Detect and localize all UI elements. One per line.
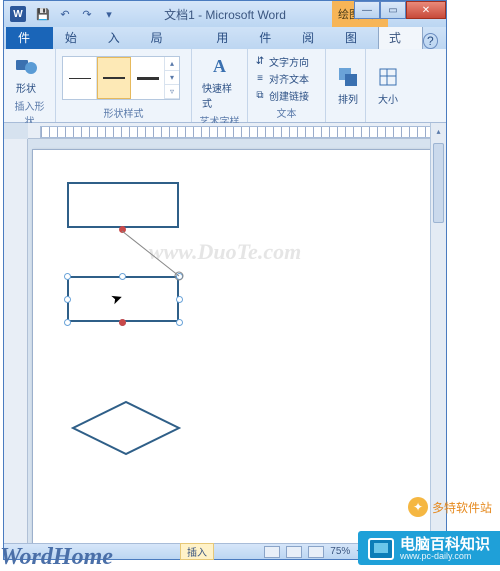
arrange-button[interactable]: 排列	[332, 63, 364, 108]
flowchart-rectangle-1[interactable]	[67, 182, 179, 228]
connector-line[interactable]	[119, 228, 189, 288]
size-button[interactable]: 大小	[372, 63, 404, 108]
size-icon	[376, 65, 400, 89]
create-link-button[interactable]: ⧉创建链接	[254, 88, 309, 103]
ribbon-tabs: 文件 开始 插入 页面布局 引用 邮件 审阅 视图 格式 ?	[4, 27, 446, 49]
gallery-up-icon[interactable]: ▴	[165, 57, 179, 71]
shapes-icon	[14, 54, 38, 78]
flowchart-diamond[interactable]	[71, 400, 181, 456]
brand-duote: ✦ 多特软件站	[408, 497, 492, 517]
qat-more-icon[interactable]: ▾	[102, 7, 116, 21]
word-app-icon: W	[10, 6, 26, 22]
ribbon: 形状 插入形状 ▴ ▾ ▿ 形状样式	[4, 49, 446, 123]
gallery-expand-icon[interactable]: ▿	[165, 85, 179, 99]
pcdaily-logo-icon	[368, 538, 394, 560]
text-direction-icon: ⇵	[254, 55, 266, 67]
horizontal-ruler[interactable]	[28, 123, 446, 139]
redo-icon[interactable]: ↷	[80, 7, 94, 21]
wordart-icon: A	[208, 54, 232, 78]
scrollbar-thumb[interactable]	[433, 143, 444, 223]
size-label: 大小	[378, 91, 398, 106]
gallery-down-icon[interactable]: ▾	[165, 71, 179, 85]
close-button[interactable]: ✕	[406, 1, 446, 19]
vertical-ruler[interactable]	[4, 139, 28, 543]
undo-icon[interactable]: ↶	[58, 7, 72, 21]
vertical-scrollbar[interactable]: ▴ ▾	[430, 123, 446, 543]
duote-logo-icon: ✦	[408, 497, 428, 517]
minimize-button[interactable]: —	[354, 1, 380, 19]
link-icon: ⧉	[254, 89, 266, 101]
shapes-button[interactable]: 形状	[10, 52, 42, 97]
quick-styles-button[interactable]: A 快速样式	[198, 52, 241, 112]
view-full-screen[interactable]	[286, 546, 302, 558]
group-text: 文本	[254, 104, 319, 121]
document-workspace: ➤ ▴ ▾	[4, 123, 446, 543]
shapes-label: 形状	[16, 80, 36, 95]
maximize-button[interactable]: ▭	[380, 1, 406, 19]
text-direction-button[interactable]: ⇵文字方向	[254, 54, 309, 69]
align-text-icon: ≡	[254, 72, 266, 84]
view-web-layout[interactable]	[308, 546, 324, 558]
arrange-label: 排列	[338, 91, 358, 106]
shape-styles-gallery[interactable]: ▴ ▾ ▿	[62, 56, 180, 100]
group-shape-styles: 形状样式	[62, 104, 185, 121]
quick-access-toolbar: 💾 ↶ ↷ ▾	[36, 7, 116, 21]
quick-styles-label: 快速样式	[202, 80, 237, 110]
view-print-layout[interactable]	[264, 546, 280, 558]
scroll-up-icon[interactable]: ▴	[431, 123, 446, 139]
status-mode: 插入	[180, 543, 214, 560]
align-text-button[interactable]: ≡对齐文本	[254, 71, 309, 86]
brand-pcdaily: 电脑百科知识 www.pc-daily.com	[358, 531, 500, 565]
window-title: 文档1 - Microsoft Word	[164, 6, 286, 23]
save-icon[interactable]: 💾	[36, 7, 50, 21]
help-icon[interactable]: ?	[423, 33, 438, 49]
arrange-icon	[336, 65, 360, 89]
document-page[interactable]: ➤	[32, 149, 432, 543]
connection-point[interactable]	[119, 319, 126, 326]
zoom-level[interactable]: 75%	[330, 546, 350, 557]
